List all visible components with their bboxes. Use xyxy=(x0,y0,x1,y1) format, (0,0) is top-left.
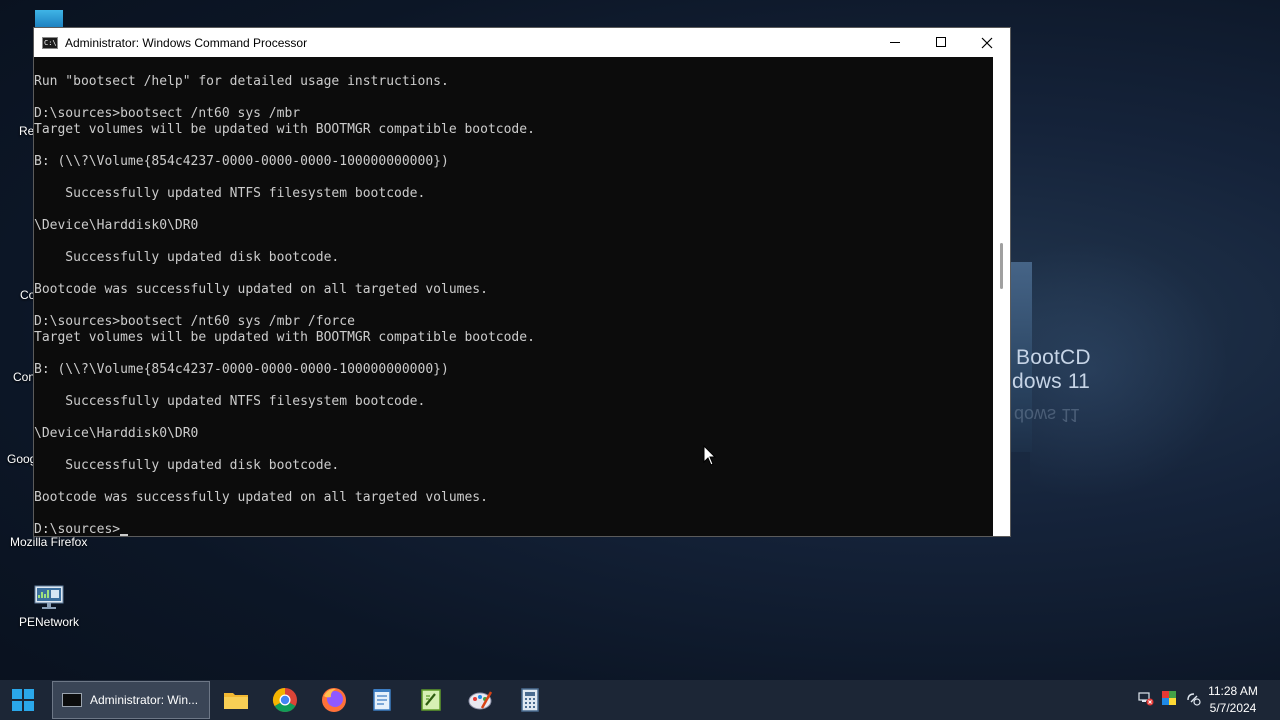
cmd-taskbar-icon xyxy=(62,693,82,707)
taskbar-clock[interactable]: 11:28 AM 5/7/2024 xyxy=(1196,683,1270,717)
console-line: Bootcode was successfully updated on all… xyxy=(34,282,488,297)
close-icon xyxy=(981,37,993,48)
console-line: D:\sources> xyxy=(34,522,994,536)
desktop-icon-partial-goog[interactable]: Goog xyxy=(7,452,36,466)
console-line: Run "bootsect /help" for detailed usage … xyxy=(34,74,449,89)
maximize-icon xyxy=(935,37,946,47)
cmd-app-icon: C:\ xyxy=(42,36,58,49)
scrollbar-thumb[interactable] xyxy=(1000,243,1003,289)
paint-icon[interactable] xyxy=(466,686,494,714)
console-line: Target volumes will be updated with BOOT… xyxy=(34,330,535,345)
text-cursor xyxy=(120,534,129,536)
desktop-icon-partial-con[interactable]: Con xyxy=(13,370,35,384)
calculator-icon[interactable] xyxy=(516,686,544,714)
console-output[interactable]: Run "bootsect /help" for detailed usage … xyxy=(34,57,994,536)
windows-start-icon xyxy=(12,689,34,711)
command-prompt-window[interactable]: C:\ Administrator: Windows Command Proce… xyxy=(33,27,1011,537)
console-line: Successfully updated NTFS filesystem boo… xyxy=(34,186,426,201)
console-line: D:\sources>bootsect /nt60 sys /mbr /forc… xyxy=(34,314,355,329)
desktop-icon-firefox-label[interactable]: Mozilla Firefox xyxy=(10,535,87,549)
console-scrollbar[interactable] xyxy=(993,57,1010,536)
wallpaper-text-2: dows 11 xyxy=(1012,370,1091,393)
console-prompt: D:\sources> xyxy=(34,522,121,536)
firefox-icon[interactable] xyxy=(320,686,348,714)
color-icon[interactable] xyxy=(1161,690,1177,706)
chrome-icon[interactable] xyxy=(271,686,299,714)
console-line: Target volumes will be updated with BOOT… xyxy=(34,122,535,137)
mouse-pointer-icon xyxy=(703,445,717,466)
console-line: B: (\\?\Volume{854c4237-0000-0000-0000-1… xyxy=(34,362,449,377)
notepad-icon[interactable] xyxy=(368,686,396,714)
network-error-icon[interactable] xyxy=(1138,690,1154,706)
clock-date: 5/7/2024 xyxy=(1209,701,1257,715)
console-line: \Device\Harddisk0\DR0 xyxy=(34,426,199,441)
minimize-icon xyxy=(889,42,900,43)
minimize-button[interactable] xyxy=(872,28,918,57)
clock-time: 11:28 AM xyxy=(1208,684,1258,698)
desktop-icon-partial-top[interactable] xyxy=(35,10,63,28)
console-line: Bootcode was successfully updated on all… xyxy=(34,490,488,505)
taskbar-cmd-button[interactable]: Administrator: Win... xyxy=(52,681,210,719)
console-line: Successfully updated disk bootcode. xyxy=(34,458,340,473)
desktop-icon-label: PENetwork xyxy=(18,615,80,629)
close-button[interactable] xyxy=(964,28,1010,57)
taskbar-cmd-label: Administrator: Win... xyxy=(90,693,199,707)
start-button[interactable] xyxy=(0,680,46,720)
window-controls xyxy=(872,28,1010,57)
console-line: D:\sources>bootsect /nt60 sys /mbr xyxy=(34,106,301,121)
wallpaper-text-1: BootCD xyxy=(1016,346,1091,369)
notepadpp-icon[interactable] xyxy=(417,686,445,714)
window-titlebar[interactable]: C:\ Administrator: Windows Command Proce… xyxy=(34,28,1010,57)
console-line: \Device\Harddisk0\DR0 xyxy=(34,218,199,233)
console-line: B: (\\?\Volume{854c4237-0000-0000-0000-1… xyxy=(34,154,449,169)
folder-icon[interactable] xyxy=(222,686,250,714)
maximize-button[interactable] xyxy=(918,28,964,57)
console-line: Successfully updated disk bootcode. xyxy=(34,250,340,265)
network-monitor-icon xyxy=(34,585,64,611)
window-title: Administrator: Windows Command Processor xyxy=(65,35,308,50)
console-line: Successfully updated NTFS filesystem boo… xyxy=(34,394,426,409)
desktop-icon-penetwork[interactable]: PENetwork xyxy=(9,585,89,629)
wallpaper-reflection: dows 11 xyxy=(1014,405,1080,425)
